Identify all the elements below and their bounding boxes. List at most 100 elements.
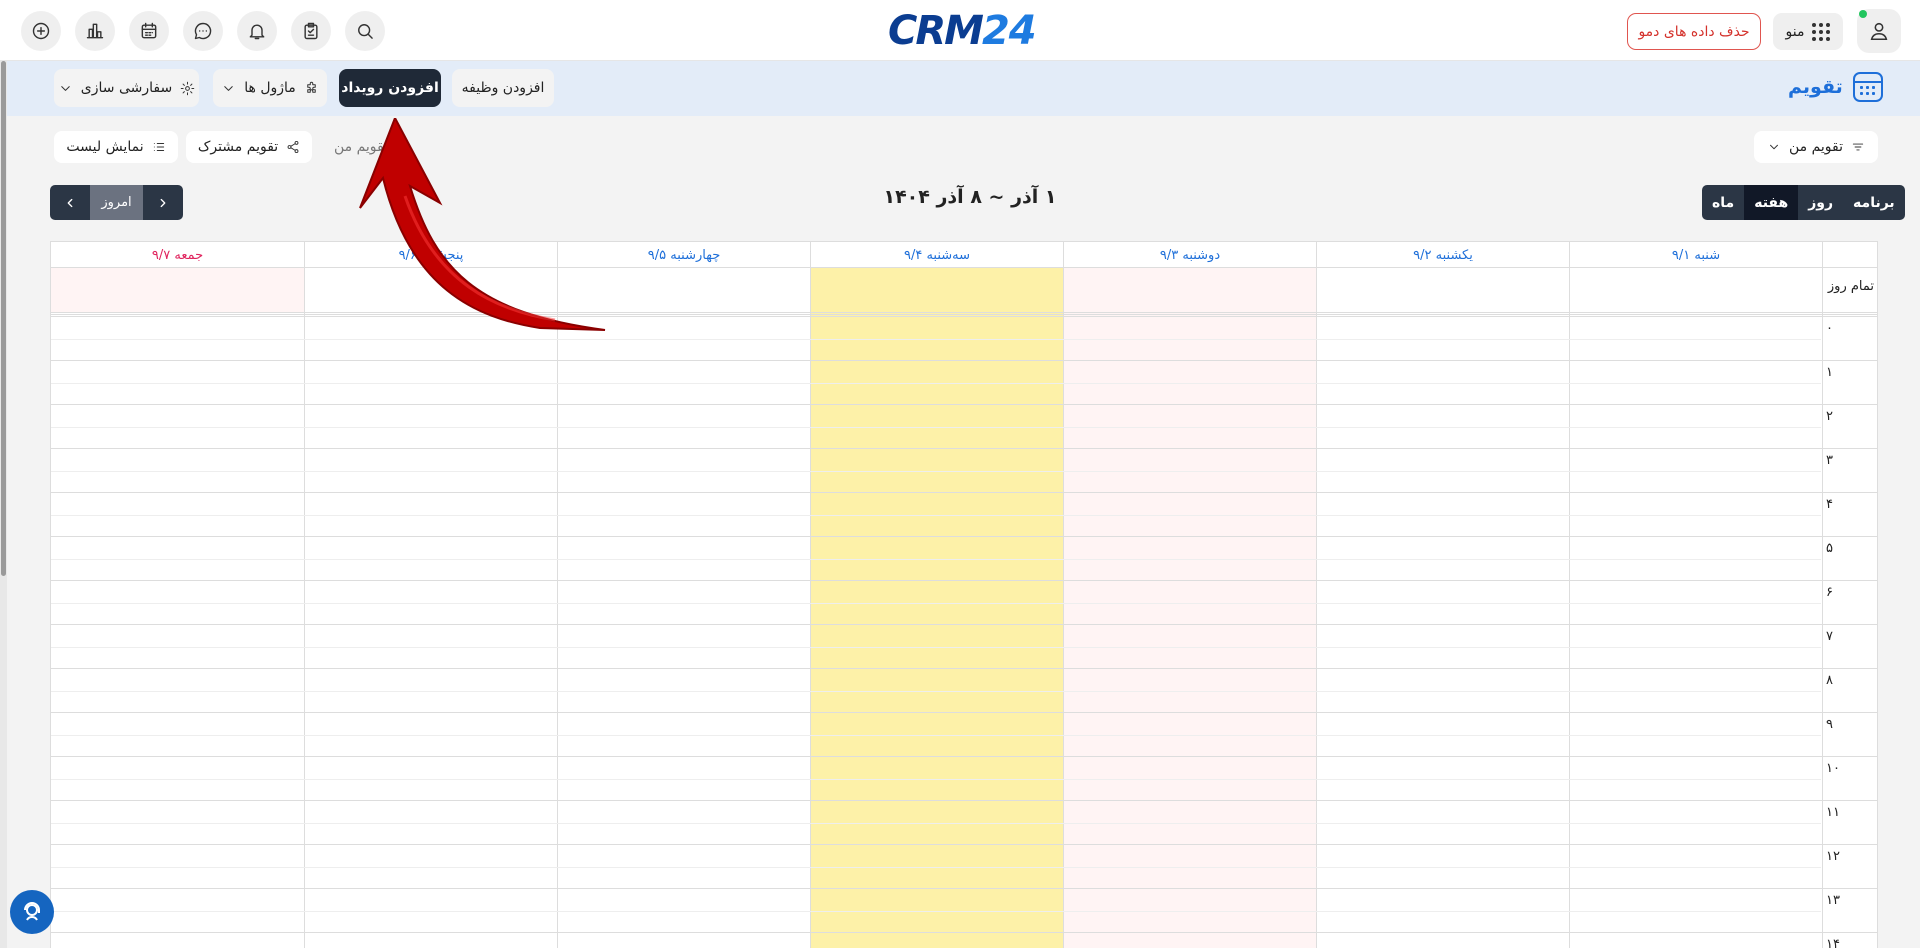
hour-label: ۰ [1826, 321, 1833, 336]
hour-label: ۱۴ [1826, 937, 1840, 948]
chevron-down-icon [224, 85, 233, 91]
reports-chart-icon[interactable] [75, 11, 115, 51]
logo-crm-text: CRM [888, 8, 984, 54]
add-task-label: افزودن وظیفه [461, 80, 545, 96]
next-week-button[interactable] [50, 185, 90, 220]
hour-label: ۴ [1826, 497, 1833, 512]
hour-row[interactable]: ۱۱ [51, 801, 1877, 845]
crm24-logo[interactable]: CRM 24 [888, 8, 1037, 54]
menu-button[interactable]: منو [1773, 13, 1843, 50]
time-slots-area[interactable]: ۰ ۱ ۲ ۳ ۴ ۵ ۶ ۷ ۸ ۹ ۱۰ ۱۱ ۱۲ ۱۳ ۱۴ [51, 314, 1877, 948]
scrollbar-thumb[interactable] [1, 61, 6, 576]
support-chat-button[interactable] [10, 890, 54, 934]
calendar-filter-label: تقویم من [1788, 139, 1844, 155]
hour-label: ۳ [1826, 453, 1833, 468]
customize-label: سفارشی سازی [80, 80, 173, 96]
previous-week-button[interactable] [143, 185, 183, 220]
hour-label: ۵ [1826, 541, 1833, 556]
hour-label: ۶ [1826, 585, 1833, 600]
view-agenda-button[interactable]: برنامه [1843, 185, 1905, 220]
hour-row[interactable]: ۹ [51, 713, 1877, 757]
apps-grid-icon [1812, 22, 1831, 41]
add-event-button[interactable]: افزودن رویداد [339, 69, 441, 107]
hour-row[interactable]: ۲ [51, 405, 1877, 449]
hour-row[interactable]: ۴ [51, 493, 1877, 537]
all-day-row[interactable] [51, 268, 1877, 313]
shared-calendar-label: تقویم مشترک [197, 139, 279, 155]
date-range-title: ۱ آذر ~ ۸ آذر ۱۴۰۴ [883, 186, 1057, 208]
list-view-button[interactable]: نمایش لیست [54, 131, 178, 163]
chevron-right-icon [160, 198, 166, 207]
delete-demo-data-label: حذف داده های دمو [1638, 23, 1750, 40]
add-event-label: افزودن رویداد [341, 80, 439, 96]
chevron-left-icon [67, 198, 73, 207]
hour-label: ۲ [1826, 409, 1833, 424]
calendar-filter-dropdown[interactable]: تقویم من [1754, 131, 1878, 163]
modules-dropdown[interactable]: ماژول ها [213, 69, 327, 107]
hour-row[interactable]: ۱۲ [51, 845, 1877, 889]
view-month-button[interactable]: ماه [1702, 185, 1744, 220]
hour-label: ۹ [1826, 717, 1833, 732]
view-switcher: برنامه روز هفته ماه [1702, 185, 1905, 220]
today-label: امروز [101, 195, 132, 210]
hour-row[interactable]: ۶ [51, 581, 1877, 625]
view-day-button[interactable]: روز [1798, 185, 1843, 220]
hour-row[interactable]: ۸ [51, 669, 1877, 713]
menu-label: منو [1785, 23, 1805, 40]
support-agent-icon [24, 902, 40, 921]
chat-icon[interactable] [183, 11, 223, 51]
list-view-label: نمایش لیست [66, 139, 144, 155]
hour-label: ۸ [1826, 673, 1833, 688]
hour-row[interactable]: ۱ [51, 361, 1877, 405]
left-scrollbar[interactable] [0, 61, 7, 948]
hour-row[interactable]: ۰ [51, 317, 1877, 361]
add-task-button[interactable]: افزودن وظیفه [452, 69, 554, 107]
page-title-text: تقویم [1788, 76, 1843, 98]
hour-label: ۱۲ [1826, 849, 1840, 864]
filter-icon [1852, 143, 1864, 151]
hour-label: ۱۱ [1826, 805, 1840, 820]
logo-number-text: 24 [981, 8, 1037, 54]
hour-row[interactable]: ۳ [51, 449, 1877, 493]
user-icon [1870, 22, 1888, 41]
gear-icon [180, 81, 195, 95]
calendar-page-icon [1852, 72, 1883, 102]
all-day-label: تمام روز [1827, 279, 1874, 294]
day-header[interactable]: شنبه ۹/۱ [1569, 242, 1822, 268]
top-bar: CRM 24 حذف داده های دمو منو [0, 0, 1920, 61]
add-icon[interactable] [21, 11, 61, 51]
hour-label: ۷ [1826, 629, 1833, 644]
hour-row[interactable]: ۱۴ [51, 933, 1877, 948]
chevron-down-icon [1770, 144, 1778, 150]
bell-icon[interactable] [237, 11, 277, 51]
hour-label: ۱۳ [1826, 893, 1840, 908]
chevron-down-icon [61, 85, 70, 91]
day-header[interactable]: سه‌شنبه ۹/۴ [810, 242, 1063, 268]
customize-dropdown[interactable]: سفارشی سازی [54, 69, 199, 107]
calendar-icon[interactable] [129, 11, 169, 51]
hour-row[interactable]: ۷ [51, 625, 1877, 669]
annotation-arrow-icon [359, 118, 606, 331]
today-button[interactable]: امروز [90, 185, 143, 220]
day-header-row: شنبه ۹/۱ یکشنبه ۹/۲ دوشنبه ۹/۳ سه‌شنبه ۹… [51, 241, 1877, 268]
search-icon[interactable] [345, 11, 385, 51]
hour-row[interactable]: ۱۰ [51, 757, 1877, 801]
day-header[interactable]: دوشنبه ۹/۳ [1063, 242, 1316, 268]
week-calendar-grid: شنبه ۹/۱ یکشنبه ۹/۲ دوشنبه ۹/۳ سه‌شنبه ۹… [50, 241, 1878, 948]
shared-calendar-button[interactable]: تقویم مشترک [186, 131, 312, 163]
day-header[interactable]: یکشنبه ۹/۲ [1316, 242, 1569, 268]
user-profile-button[interactable] [1857, 9, 1901, 53]
hour-label: ۱ [1826, 365, 1833, 380]
date-navigation: امروز [50, 185, 183, 220]
hour-row[interactable]: ۵ [51, 537, 1877, 581]
tasks-clipboard-icon[interactable] [291, 11, 331, 51]
list-icon [153, 143, 164, 151]
page-title: تقویم [1788, 72, 1883, 102]
online-status-dot [1859, 10, 1867, 18]
puzzle-icon [307, 81, 316, 93]
view-week-button[interactable]: هفته [1744, 185, 1799, 220]
hour-row[interactable]: ۱۳ [51, 889, 1877, 933]
delete-demo-data-button[interactable]: حذف داده های دمو [1627, 13, 1761, 50]
day-header[interactable]: جمعه ۹/۷ [51, 242, 304, 268]
hour-label: ۱۰ [1826, 761, 1840, 776]
